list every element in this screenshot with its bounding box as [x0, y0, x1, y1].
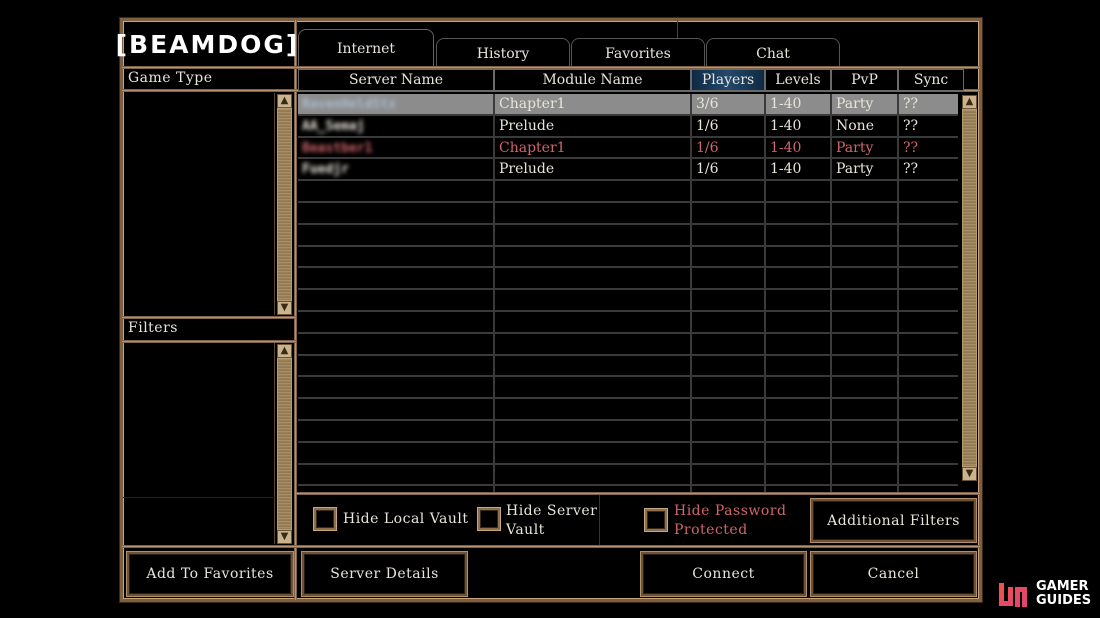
- tab-favorites[interactable]: Favorites: [571, 38, 705, 66]
- table-row[interactable]: [298, 203, 958, 225]
- server-list-scrollbar[interactable]: ▲ ▼: [961, 94, 978, 492]
- tab-history[interactable]: History: [436, 38, 570, 66]
- scroll-up-icon[interactable]: ▲: [277, 94, 292, 108]
- table-row[interactable]: [298, 356, 958, 378]
- sync-cell: ??: [903, 139, 919, 156]
- table-row[interactable]: Fuedjr Prelude 1/6 1-40 Party??: [298, 159, 958, 182]
- gamer-guides-watermark: GAMER GUIDES: [996, 576, 1096, 612]
- table-row[interactable]: [298, 312, 958, 334]
- levels-cell: 1-40: [770, 139, 802, 156]
- table-row[interactable]: Beastber1 Chapter1 1/6 1-40 Party??: [298, 138, 958, 160]
- scrollbar-track[interactable]: [277, 108, 292, 301]
- sync-cell: ??: [903, 161, 919, 178]
- column-header-sync[interactable]: Sync: [898, 69, 964, 91]
- table-row[interactable]: AA_Semaj Prelude 1/6 1-40 None??: [298, 116, 958, 138]
- table-row[interactable]: [298, 334, 958, 356]
- column-header-module-name[interactable]: Module Name: [494, 69, 691, 91]
- table-row[interactable]: [298, 268, 958, 291]
- levels-cell: 1-40: [770, 96, 802, 112]
- divider: [122, 316, 296, 319]
- column-header-server-name[interactable]: Server Name: [298, 69, 494, 91]
- hide-server-vault-checkbox[interactable]: [478, 508, 500, 530]
- hide-password-protected-checkbox[interactable]: [645, 509, 667, 531]
- tab-chat[interactable]: Chat: [706, 38, 840, 66]
- label-line: Hide Password: [674, 503, 787, 519]
- table-row[interactable]: [298, 399, 958, 421]
- pvp-cell: None: [836, 117, 874, 134]
- game-type-list[interactable]: [123, 93, 275, 315]
- game-type-label: Game Type: [128, 70, 213, 86]
- table-row[interactable]: [298, 225, 958, 247]
- server-details-button[interactable]: Server Details: [302, 552, 467, 596]
- filters-list[interactable]: [123, 343, 275, 544]
- server-name-cell: Beastber1: [302, 140, 373, 156]
- table-row[interactable]: [298, 443, 958, 465]
- beamdog-logo: [BEAMDOG]: [115, 29, 300, 59]
- watermark-line: GUIDES: [1036, 593, 1092, 608]
- cancel-button[interactable]: Cancel: [811, 552, 976, 596]
- watermark-line: GAMER: [1036, 579, 1089, 594]
- column-header-pvp[interactable]: PvP: [831, 69, 898, 91]
- table-row[interactable]: [298, 421, 958, 443]
- server-name-cell: AA_Semaj: [302, 118, 365, 134]
- hide-local-vault-checkbox[interactable]: [314, 508, 336, 530]
- pvp-cell: Party: [836, 161, 874, 178]
- players-cell: 1/6: [696, 139, 719, 156]
- table-row[interactable]: [298, 377, 958, 400]
- hide-server-vault-label: Hide Server Vault: [506, 502, 597, 540]
- module-name-cell: Prelude: [499, 117, 555, 134]
- module-name-cell: Chapter1: [499, 96, 566, 112]
- table-row[interactable]: [298, 465, 958, 487]
- scroll-down-icon[interactable]: ▼: [277, 530, 292, 544]
- players-cell: 1/6: [696, 117, 719, 134]
- scroll-up-icon[interactable]: ▲: [962, 95, 977, 109]
- players-cell: 1/6: [696, 161, 719, 178]
- add-to-favorites-button[interactable]: Add To Favorites: [127, 552, 293, 596]
- pvp-cell: Party: [836, 139, 874, 156]
- levels-cell: 1-40: [770, 117, 802, 134]
- module-name-cell: Chapter1: [499, 139, 566, 156]
- sync-cell: ??: [903, 96, 919, 112]
- divider: [599, 495, 600, 545]
- table-row[interactable]: [298, 290, 958, 312]
- levels-cell: 1-40: [770, 161, 802, 178]
- filters-scrollbar[interactable]: ▲ ▼: [276, 343, 293, 545]
- pvp-cell: Party: [836, 96, 874, 112]
- hide-password-protected-label: Hide Password Protected: [674, 502, 786, 540]
- table-row[interactable]: [298, 247, 958, 269]
- filters-label: Filters: [128, 320, 178, 336]
- server-name-cell: Fuedjr: [302, 162, 349, 178]
- divider: [294, 20, 297, 600]
- divider: [677, 20, 678, 38]
- server-list[interactable]: Fuedjr Prelude 1/6 1-40 Party?? Beastber1 Chap…: [298, 94, 958, 492]
- hide-local-vault-label: Hide Local Vault: [343, 511, 469, 527]
- label-line: Vault: [506, 522, 545, 538]
- additional-filters-button[interactable]: Additional Filters: [811, 499, 976, 542]
- scroll-down-icon[interactable]: ▼: [277, 301, 292, 315]
- tab-internet[interactable]: Internet: [298, 29, 434, 66]
- label-line: Protected: [674, 522, 748, 538]
- scroll-down-icon[interactable]: ▼: [962, 467, 977, 481]
- players-cell: 3/6: [696, 96, 719, 112]
- column-header-players[interactable]: Players: [691, 69, 765, 91]
- scrollbar-track[interactable]: [277, 358, 292, 530]
- connect-button[interactable]: Connect: [641, 552, 806, 596]
- table-row[interactable]: [298, 181, 958, 203]
- column-header-levels[interactable]: Levels: [765, 69, 831, 91]
- server-name-cell: RavenHeldStx: [302, 97, 396, 112]
- scrollbar-track[interactable]: [962, 109, 977, 467]
- gamer-guides-logo-icon: [999, 583, 1027, 607]
- divider: [296, 492, 980, 495]
- scroll-up-icon[interactable]: ▲: [277, 344, 292, 358]
- module-name-cell: Prelude: [499, 161, 555, 178]
- sync-cell: ??: [903, 117, 919, 134]
- divider: [122, 545, 980, 548]
- game-type-scrollbar[interactable]: ▲ ▼: [276, 93, 293, 316]
- table-row[interactable]: RavenHeldStx Chapter1 3/6 1-40 Party??: [298, 94, 958, 116]
- label-line: Hide Server: [506, 503, 598, 519]
